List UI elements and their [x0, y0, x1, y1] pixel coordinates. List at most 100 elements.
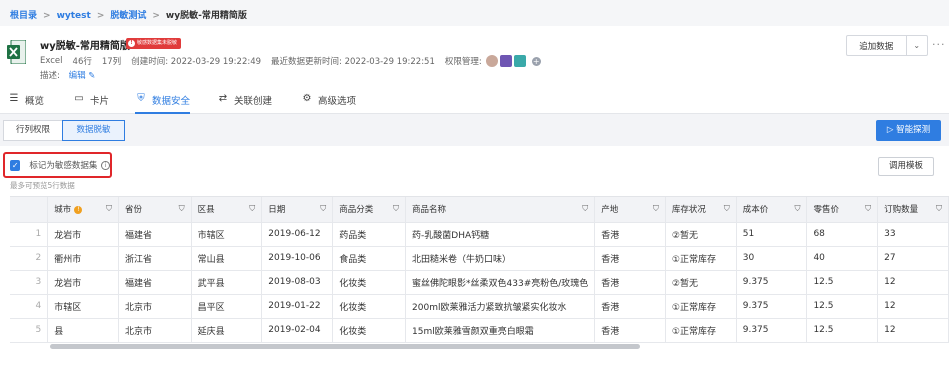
table-cell: 12 [877, 318, 949, 343]
row-index: 2 [10, 246, 49, 271]
shield-icon[interactable]: ⛉ [249, 204, 255, 214]
table-cell: 食品类 [332, 246, 407, 271]
shield-icon[interactable]: ⛉ [865, 204, 871, 214]
row-index-header [10, 197, 49, 223]
table-cell: 福建省 [118, 222, 192, 247]
breadcrumb-separator: > [43, 11, 51, 21]
warning-icon: ! [74, 205, 83, 214]
breadcrumb: 根目录 > wytest > 脱敏测试 > wy脱敏-常用精简版 [0, 0, 949, 26]
horizontal-scrollbar[interactable] [50, 344, 640, 349]
tab-advanced-options[interactable]: ⚙ 高级选项 [301, 93, 357, 114]
link-icon: ⇄ [218, 93, 228, 104]
apply-template-button[interactable]: 调用模板 [878, 157, 934, 176]
shield-icon[interactable]: ⛉ [794, 204, 800, 214]
table-cell: ①正常库存 [665, 246, 737, 271]
table-cell: 12 [877, 270, 949, 295]
column-header-label: 区县 [197, 205, 215, 216]
table-cell: 化妆类 [332, 294, 407, 319]
column-header-label: 省份 [125, 205, 143, 216]
shield-icon[interactable]: ⛉ [653, 204, 659, 214]
table-cell: 北田糙米卷（牛奶口味） [405, 246, 596, 271]
row-count: 46行 [72, 57, 92, 67]
table-cell: 化妆类 [332, 318, 407, 343]
sensitive-status-badge: ! 敏感数据集未脱敏 [126, 38, 182, 49]
column-header[interactable]: 城市! ⛉ [47, 197, 120, 223]
table-cell: 福建省 [118, 270, 192, 295]
column-header-label: 日期 [268, 205, 286, 216]
column-header[interactable]: 省份 ⛉ [118, 197, 192, 223]
column-header[interactable]: 日期 ⛉ [261, 197, 334, 223]
column-header[interactable]: 库存状况 ⛉ [665, 197, 737, 223]
column-header-label: 产地 [601, 205, 619, 216]
shield-icon[interactable]: ⛉ [393, 204, 399, 214]
table-cell: 200ml欧莱雅活力紧致抗皱紧实化妆水 [405, 294, 596, 319]
column-header[interactable]: 区县 ⛉ [191, 197, 263, 223]
tab-label: 关联创建 [234, 96, 273, 107]
info-icon[interactable]: i [101, 160, 110, 170]
user-avatar[interactable] [499, 55, 512, 67]
table-cell: 2019-06-12 [261, 222, 334, 247]
shield-icon[interactable]: ⛉ [179, 204, 185, 214]
table-cell: 68 [806, 222, 879, 247]
column-header[interactable]: 商品名称 ⛉ [405, 197, 596, 223]
breadcrumb-desensitize-test[interactable]: 脱敏测试 [110, 11, 146, 21]
tab-label: 概览 [25, 96, 45, 107]
column-header[interactable]: 订购数量 ⛉ [877, 197, 949, 223]
gear-icon: ⚙ [302, 93, 312, 104]
table-cell: 2019-08-03 [261, 270, 334, 295]
table-cell: 龙岩市 [47, 222, 120, 247]
column-header-label: 库存状况 [671, 205, 706, 216]
table-cell: 12.5 [806, 318, 879, 343]
table-row: 2 衢州市 浙江省 常山县 2019-10-06 食品类 北田糙米卷（牛奶口味）… [10, 246, 949, 271]
user-avatar[interactable] [513, 55, 526, 67]
sensitive-dataset-toggle[interactable]: ✓ 标记为敏感数据集 i [3, 152, 112, 178]
user-avatar[interactable] [485, 55, 498, 67]
table-cell: 市辖区 [47, 294, 120, 319]
table-cell: 昌平区 [191, 294, 263, 319]
shield-icon[interactable]: ⛉ [582, 204, 588, 214]
subtab-data-masking[interactable]: 数据脱敏 [62, 120, 125, 141]
tab-label: 卡片 [90, 96, 110, 107]
tab-cards[interactable]: ▭ 卡片 [73, 93, 109, 114]
tab-overview[interactable]: ☰ 概览 [8, 93, 45, 114]
chevron-down-icon[interactable]: ⌄ [905, 36, 927, 55]
column-header[interactable]: 商品分类 ⛉ [332, 197, 407, 223]
dataset-title: wy脱敏-常用精简版 [40, 41, 130, 52]
more-options-icon[interactable]: ··· [932, 38, 946, 51]
description-row: 描述: 编辑 ✎ [40, 69, 95, 81]
excel-file-icon [7, 40, 26, 64]
tab-data-security[interactable]: ⛨ 数据安全 [135, 93, 191, 114]
breadcrumb-root[interactable]: 根目录 [10, 11, 37, 21]
table-cell: 药-乳酸菌DHA钙糖 [405, 222, 596, 247]
add-permission-icon[interactable]: + [531, 56, 541, 66]
shield-icon[interactable]: ⛉ [106, 204, 112, 214]
column-header[interactable]: 产地 ⛉ [594, 197, 666, 223]
shield-icon[interactable]: ⛉ [936, 204, 942, 214]
column-header-label: 城市 [54, 205, 72, 216]
edit-icon: ✎ [88, 71, 96, 81]
shield-icon: ⛨ [137, 93, 145, 104]
edit-label: 编辑 [68, 71, 86, 81]
table-cell: 香港 [594, 294, 666, 319]
table-cell: 2019-01-22 [261, 294, 334, 319]
column-header[interactable]: 成本价 ⛉ [736, 197, 808, 223]
tab-linked-create[interactable]: ⇄ 关联创建 [217, 93, 272, 114]
subtab-row-col-permission[interactable]: 行列权限 [3, 120, 63, 141]
smart-detect-label: 智能探测 [896, 125, 931, 135]
preview-limit-note: 最多可预览5行数据 [10, 181, 75, 190]
shield-icon[interactable]: ⛉ [724, 204, 730, 214]
sensitive-checkbox[interactable]: ✓ [10, 159, 21, 171]
table-cell: ②暂无 [665, 222, 737, 247]
breadcrumb-wytest[interactable]: wytest [57, 11, 91, 21]
column-header-label: 零售价 [813, 205, 839, 216]
table-row: 5 县 北京市 延庆县 2019-02-04 化妆类 15ml欧莱雅雪颜双重亮白… [10, 318, 949, 343]
edit-description-link[interactable]: 编辑 ✎ [69, 71, 96, 81]
add-data-button[interactable]: 追加数据 [847, 40, 906, 52]
row-index: 5 [10, 318, 49, 343]
shield-icon[interactable]: ⛉ [320, 204, 326, 214]
table-cell: ②暂无 [665, 270, 737, 295]
smart-detect-button[interactable]: ▷ 智能探测 [876, 120, 941, 141]
column-header[interactable]: 零售价 ⛉ [806, 197, 879, 223]
table-cell: 33 [877, 222, 949, 247]
table-cell: 常山县 [191, 246, 263, 271]
